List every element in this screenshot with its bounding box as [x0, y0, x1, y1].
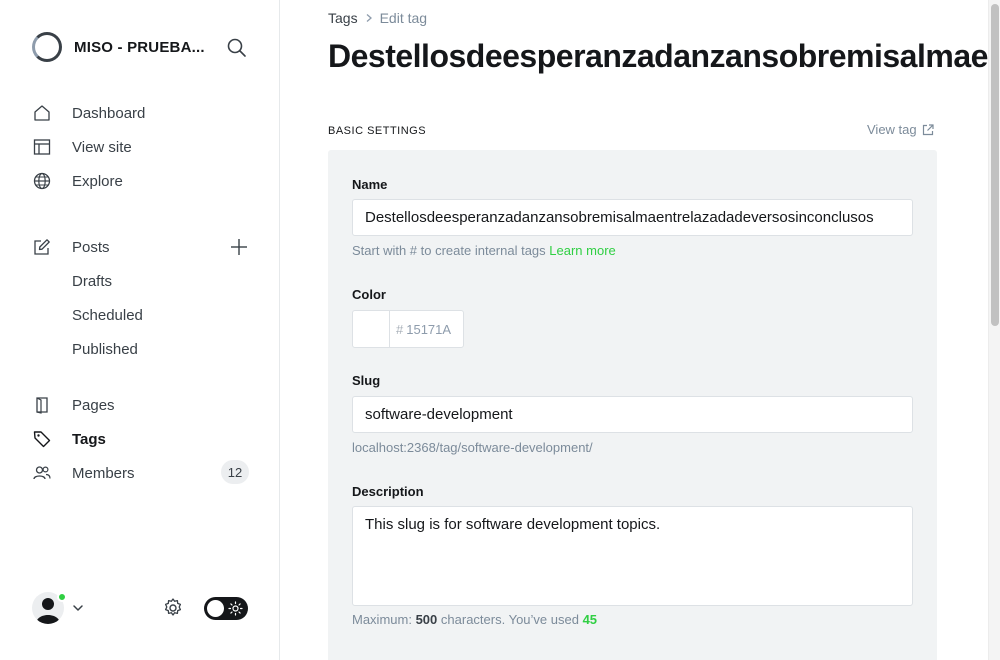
- slug-label: Slug: [352, 373, 381, 388]
- nav-drafts[interactable]: Drafts: [32, 267, 252, 295]
- name-hint: Start with # to create internal tags Lea…: [352, 243, 616, 258]
- description-hint-prefix: Maximum:: [352, 612, 412, 627]
- learn-more-link[interactable]: Learn more: [549, 243, 615, 258]
- description-max: 500: [415, 612, 438, 627]
- section-title: BASIC SETTINGS: [328, 125, 427, 137]
- nav-published[interactable]: Published: [32, 335, 252, 363]
- globe-icon: [32, 171, 52, 191]
- tag-icon: [32, 429, 52, 449]
- name-hint-text: Start with # to create internal tags: [352, 243, 546, 258]
- color-input[interactable]: # 15171A: [389, 310, 464, 348]
- description-hint-middle: characters. You’ve used: [440, 612, 579, 627]
- breadcrumb-tags-link[interactable]: Tags: [328, 10, 358, 26]
- site-logo-icon: [32, 32, 62, 62]
- layout-icon: [32, 137, 52, 157]
- description-label: Description: [352, 484, 424, 499]
- nav-drafts-label: Drafts: [72, 272, 113, 290]
- nav-scheduled[interactable]: Scheduled: [32, 301, 252, 329]
- edit-icon: [32, 237, 52, 257]
- nav-scheduled-label: Scheduled: [72, 306, 143, 324]
- nav-tags[interactable]: Tags: [32, 425, 252, 453]
- color-placeholder: 15171A: [406, 321, 452, 337]
- dark-mode-toggle[interactable]: [204, 597, 248, 620]
- nav-explore-label: Explore: [72, 172, 123, 190]
- color-swatch[interactable]: [352, 310, 390, 348]
- chevron-right-icon: [364, 10, 374, 26]
- nav-pages[interactable]: Pages: [32, 391, 252, 419]
- toggle-knob: [207, 600, 224, 617]
- site-brand[interactable]: MISO - PRUEBA...: [32, 32, 205, 62]
- settings-panel: Name Destellosdeesperanzadanzansobremisa…: [328, 150, 937, 660]
- nav-published-label: Published: [72, 340, 138, 358]
- nav-view-site[interactable]: View site: [32, 133, 252, 161]
- description-used-count: 45: [582, 612, 598, 627]
- scrollbar-thumb[interactable]: [991, 4, 999, 326]
- page-title: Destellosdeesperanzadanzansobremisalmaen…: [328, 38, 988, 74]
- slug-url: localhost:2368/tag/software-development/: [352, 440, 593, 455]
- members-count-badge: 12: [221, 460, 249, 484]
- settings-button[interactable]: [162, 597, 184, 619]
- online-status-dot: [57, 592, 67, 602]
- nav-tags-label: Tags: [72, 430, 106, 448]
- chevron-down-icon: [73, 605, 83, 611]
- view-tag-label: View tag: [867, 122, 917, 137]
- nav-pages-label: Pages: [72, 396, 115, 414]
- breadcrumb-current: Edit tag: [379, 10, 428, 26]
- sidebar: MISO - PRUEBA... Dashboard View site Exp…: [0, 0, 280, 660]
- gear-icon: [164, 598, 182, 616]
- plus-icon: [231, 239, 247, 255]
- user-menu[interactable]: [32, 592, 92, 624]
- nav-dashboard[interactable]: Dashboard: [32, 99, 252, 127]
- site-name: MISO - PRUEBA...: [74, 38, 205, 56]
- name-input[interactable]: Destellosdeesperanzadanzansobremisalmaen…: [352, 199, 913, 236]
- nav-posts[interactable]: Posts: [32, 233, 252, 261]
- view-tag-link[interactable]: View tag: [867, 122, 934, 137]
- description-textarea[interactable]: This slug is for software development to…: [352, 506, 913, 606]
- description-hint: Maximum: 500 characters. You’ve used 45: [352, 612, 597, 627]
- new-post-button[interactable]: [228, 236, 250, 258]
- color-hash: #: [396, 321, 404, 337]
- home-icon: [32, 103, 52, 123]
- sun-icon: [228, 601, 243, 616]
- nav-members-label: Members: [72, 464, 135, 482]
- external-link-icon: [922, 123, 934, 135]
- nav-posts-label: Posts: [72, 238, 110, 256]
- scrollbar[interactable]: [988, 0, 1000, 660]
- nav-members[interactable]: Members: [32, 459, 252, 487]
- slug-input[interactable]: software-development: [352, 396, 913, 433]
- members-icon: [32, 463, 52, 483]
- name-label: Name: [352, 177, 388, 192]
- main-content: Tags Edit tag Destellosdeesperanzadanzan…: [280, 0, 988, 660]
- breadcrumb: Tags Edit tag: [328, 10, 427, 26]
- nav-explore[interactable]: Explore: [32, 167, 252, 195]
- search-button[interactable]: [226, 37, 248, 59]
- page-icon: [32, 395, 52, 415]
- search-icon: [227, 38, 246, 57]
- nav-dashboard-label: Dashboard: [72, 104, 146, 122]
- color-label: Color: [352, 287, 386, 302]
- nav-view-site-label: View site: [72, 138, 132, 156]
